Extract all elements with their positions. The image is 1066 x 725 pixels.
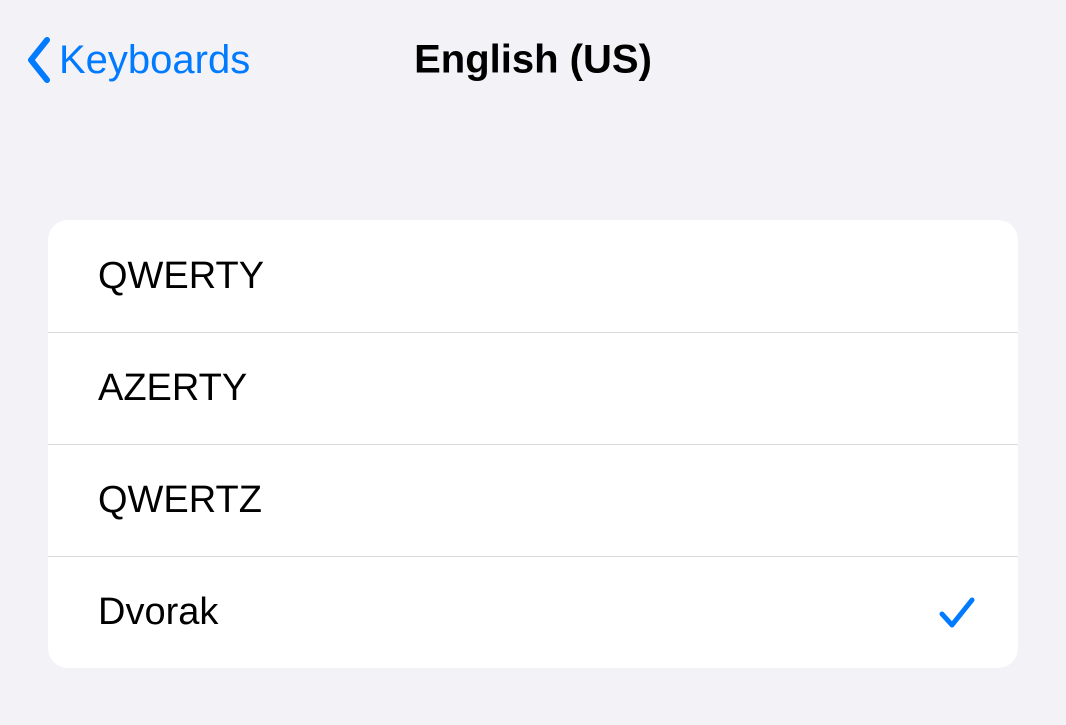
layout-row-qwertz[interactable]: QWERTZ [48,444,1018,556]
layout-row-azerty[interactable]: AZERTY [48,332,1018,444]
layout-row-qwerty[interactable]: QWERTY [48,220,1018,332]
layout-list: QWERTY AZERTY QWERTZ Dvorak [48,220,1018,668]
layout-row-dvorak[interactable]: Dvorak [48,556,1018,668]
nav-bar: Keyboards English (US) [0,0,1066,120]
checkmark-icon [936,592,978,634]
back-label: Keyboards [59,38,250,83]
back-button[interactable]: Keyboards [25,36,250,84]
chevron-left-icon [25,36,53,84]
layout-row-label: Dvorak [98,591,218,634]
layout-row-label: QWERTZ [98,479,262,522]
layout-row-label: AZERTY [98,367,247,410]
page-title: English (US) [414,38,652,83]
layout-row-label: QWERTY [98,255,264,298]
